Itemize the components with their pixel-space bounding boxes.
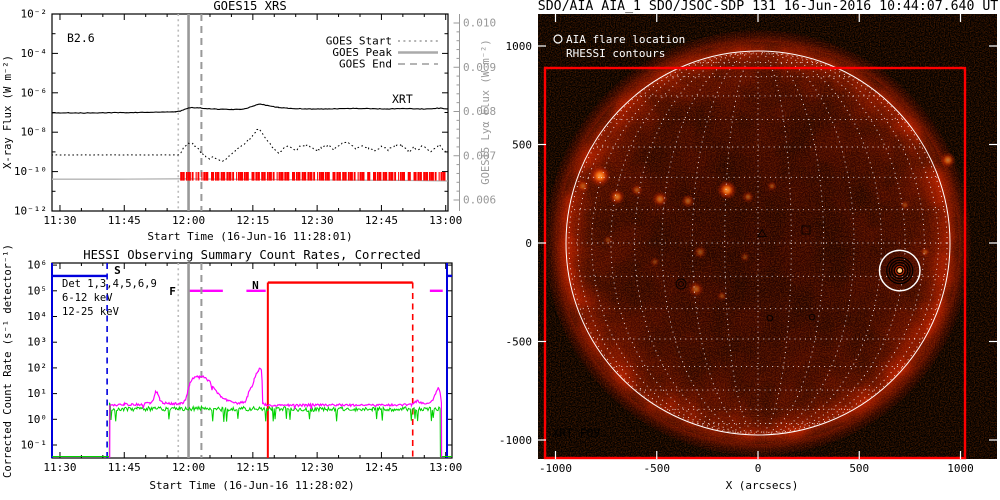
hessi-title: HESSI Observing Summary Count Rates, Cor… [83,248,421,262]
goes-xrs-plot: GOES15 XRS X-ray Flux (W m⁻²) GOES15 Lyα… [2,0,496,243]
flag-letter-F: F [169,285,176,298]
hessi-ytick-label: 10¹ [27,387,47,400]
goes-legend: GOES StartGOES PeakGOES End [326,35,438,71]
aia-xtick-label: 500 [849,462,869,475]
goes-ytick-label: 10⁻¹⁰ [14,165,47,178]
hessi-ytick-label: 10³ [27,336,47,349]
hessi-ytick-label: 10⁻¹ [21,439,48,452]
goes-y2tick-label: 0.006 [463,194,496,207]
hessi-xtick-label: 11:30 [43,461,76,474]
goes-title: GOES15 XRS [213,0,286,13]
aia-xtick-label: -1000 [539,462,572,475]
flag-letter-S: S [114,264,121,277]
aia-ytick-label: 1000 [506,40,533,53]
aia-legend-flare: AIA flare location [566,33,685,46]
hessi-ytick-label: 10⁶ [27,259,47,272]
hessi-12-25keV-curve [108,402,441,458]
aia-title: SDO/AIA AIA_1 SDO/JSOC-SDP 131 16-Jun-20… [538,0,999,14]
aia-xlabel: X (arcsecs) [726,479,799,492]
hessi-xlabel: Start Time (16-Jun-16 11:28:02) [149,479,354,492]
goes-y2tick-label: 0.009 [463,61,496,74]
goes-long-channel-curve [52,103,448,114]
hessi-legend-label: 12-25 keV [62,306,120,318]
lya-flux-curve [52,178,448,182]
goes-lya-axis [453,14,460,211]
hessi-ylabel: Corrected Count Rate (s⁻¹ detector⁻¹) [2,244,14,478]
goes-y2tick-label: 0.010 [463,17,496,30]
aia-ytick-label: 0 [525,237,532,250]
goes-ytick-label: 10⁻² [21,8,48,21]
xrt-label: XRT [392,92,413,106]
scene-canvas: GOES15 XRS X-ray Flux (W m⁻²) GOES15 Lyα… [2,0,998,492]
hessi-legend-label: 6-12 keV [62,292,113,304]
hessi-xtick-label: 12:30 [301,461,334,474]
goes-ytick-label: 10⁻⁸ [21,126,48,139]
hessi-count-rate-plot: HESSI Observing Summary Count Rates, Cor… [2,244,462,492]
hessi-axes: 10⁶ 10⁵ 10⁴ 10³ 10² 10¹ 10⁰ 10⁻¹ 11:30 11:45 12:00… [21,259,463,474]
hessi-series [52,367,452,458]
goes-xtick-label: 12:00 [172,214,205,227]
aia-ytick-label: 500 [512,139,532,152]
goes-y2tick-label: 0.007 [463,149,496,162]
hessi-ytick-label: 10² [27,361,47,374]
flare-core [897,268,902,273]
solar-event-monitor: GOES15 XRS X-ray Flux (W m⁻²) GOES15 Lyα… [0,0,1000,500]
goes-y2tick-label: 0.008 [463,105,496,118]
xrt-fov-label: XRT FOV [552,426,601,440]
legend-label-dashed: GOES End [339,58,392,71]
hessi-xtick-label: 12:15 [236,461,269,474]
goes-xtick-label: 11:30 [43,214,76,227]
aia-xtick-label: 1000 [947,462,974,475]
goes-xtick-label: 12:15 [236,214,269,227]
hessi-xtick-label: 12:45 [365,461,398,474]
hessi-ytick-label: 10⁵ [27,284,47,297]
goes-ytick-label: 10⁻⁴ [21,47,48,60]
goes-xtick-label: 11:45 [108,214,141,227]
goes-ylabel: X-ray Flux (W m⁻²) [2,55,14,169]
goes-xtick-label: 12:45 [365,214,398,227]
goes-xtick-label: 12:30 [301,214,334,227]
aia-image-panel: SDO/AIA AIA_1 SDO/JSOC-SDP 131 16-Jun-20… [499,0,998,492]
aia-ytick-label: -500 [506,336,533,349]
aia-legend-contours: RHESSI contours [566,47,665,60]
goes-ytick-label: 10⁻¹² [14,205,47,218]
goes-ytick-label: 10⁻⁶ [21,86,48,99]
flare-class-label: B2.6 [67,31,95,45]
hessi-ytick-label: 10⁴ [27,310,47,323]
hessi-ytick-label: 10⁰ [27,413,47,426]
aia-xtick-label: 0 [755,462,762,475]
hessi-xtick-label: 12:00 [172,461,205,474]
hessi-legend-label: Det 1,3,4,5,6,9 [62,278,157,290]
hessi-xtick-label: 11:45 [108,461,141,474]
goes-xtick-label: 13:00 [429,214,462,227]
aia-ytick-label: -1000 [499,434,532,447]
hessi-legend: Det 1,3,4,5,6,9 6-12 keV 12-25 keV [62,278,157,318]
goes-short-channel-curve [52,128,448,163]
hessi-xtick-label: 13:00 [429,461,462,474]
image-noise-grain [538,14,997,459]
goes-xlabel: Start Time (16-Jun-16 11:28:01) [147,230,352,243]
aia-xtick-label: -500 [644,462,671,475]
